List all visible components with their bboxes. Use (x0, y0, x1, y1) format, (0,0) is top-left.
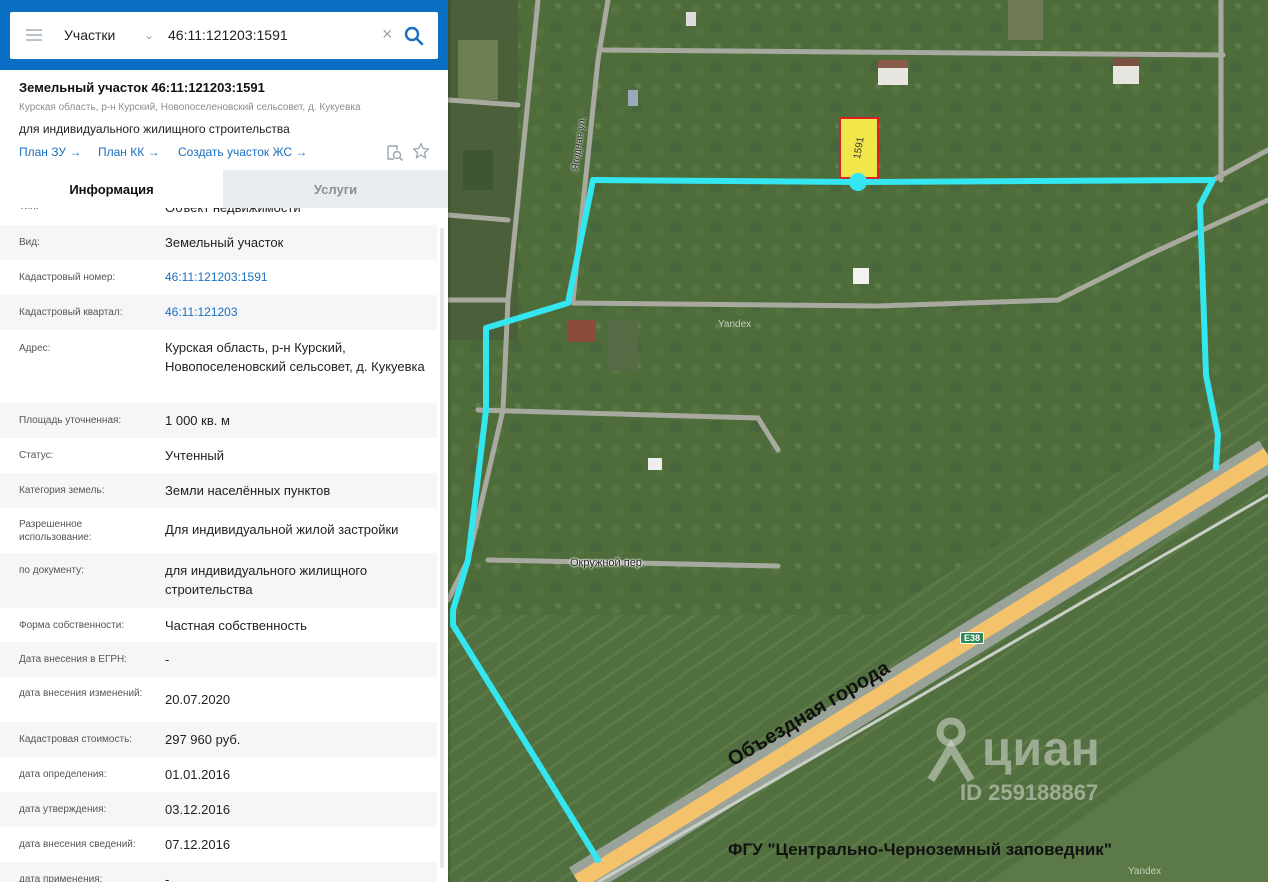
street-label-okruzhnoy: Окружной пер. (570, 557, 645, 569)
info-row: Кадастровая стоимость: 297 960 руб. (0, 722, 437, 757)
route-point-marker[interactable] (849, 173, 867, 191)
info-row: Дата внесения в ЕГРН: - (0, 642, 437, 677)
search-type-select[interactable]: Участки (64, 27, 115, 43)
info-row: дата определения: 01.01.2016 (19, 767, 231, 782)
info-row: дата внесения сведений: 07.12.2016 (19, 837, 231, 852)
info-row: дата утверждения: 03.12.2016 (0, 792, 437, 827)
plan-zu-link[interactable]: План ЗУ → (19, 145, 81, 159)
info-panel: Участки ⌄ × Земельный участок 46:11:1212… (0, 0, 448, 882)
info-row: дата внесения изменений: 20.07.2020 (19, 688, 231, 707)
chevron-down-icon[interactable]: ⌄ (144, 28, 154, 42)
parcel-location: Курская область, р-н Курский, Новопоселе… (19, 102, 361, 113)
info-row: Разрешенное использование: Для индивидуа… (19, 519, 399, 543)
search-box: Участки ⌄ × (10, 12, 438, 59)
garden-plot (463, 150, 493, 190)
garden-plot (458, 40, 498, 100)
cadastral-number-link[interactable]: 46:11:121203:1591 (165, 268, 435, 287)
highway-badge-e38: E38 (960, 632, 985, 644)
plan-kk-link[interactable]: План КК → (98, 145, 160, 159)
cian-pin-icon (927, 717, 975, 782)
info-row: Кадастровый квартал: 46:11:121203 (0, 295, 437, 330)
yandex-watermark: Yandex (718, 319, 752, 330)
info-row: Адрес: Курская область, р-н Курский, Нов… (19, 340, 425, 374)
cian-logo: циан ID 259188867 (926, 712, 1166, 812)
scrollbar[interactable] (440, 228, 444, 868)
create-parcel-link[interactable]: Создать участок ЖС → (178, 145, 307, 159)
parcel-header: Земельный участок 46:11:121203:1591 Курс… (0, 70, 448, 170)
search-input[interactable] (168, 24, 368, 46)
info-row: Категория земель: Земли населённых пункт… (0, 473, 437, 508)
yandex-watermark-bottom: Yandex (1128, 866, 1162, 877)
info-row: Форма собственности: Частная собственнос… (19, 618, 307, 633)
tab-information[interactable]: Информация (0, 170, 223, 208)
info-row: Статус: Учтенный (19, 448, 225, 463)
parcel-purpose: для индивидуального жилищного строительс… (19, 122, 290, 136)
cadastral-quarter-link[interactable]: 46:11:121203 (165, 303, 435, 322)
search-bar: Участки ⌄ × (0, 0, 448, 70)
info-row: Кадастровый номер: 46:11:121203:1591 (0, 260, 437, 295)
info-row: дата применения: - (0, 862, 437, 882)
info-row: по документу: для индивидуального жилищн… (0, 553, 437, 608)
tab-services[interactable]: Услуги (223, 170, 448, 208)
info-row: Вид: Земельный участок (0, 225, 437, 260)
menu-icon[interactable] (26, 29, 42, 41)
search-icon[interactable] (404, 26, 424, 46)
info-row: Площадь уточненная: 1 000 кв. м (0, 403, 437, 438)
tab-bar: Информация Услуги (0, 170, 448, 208)
satellite-map[interactable]: Ягодная ул. 1591 Yandex Окружной пер. E3… (448, 0, 1268, 882)
document-search-icon[interactable] (386, 144, 404, 162)
page-title: Земельный участок 46:11:121203:1591 (19, 80, 265, 95)
clear-icon[interactable]: × (382, 25, 393, 43)
reserve-label: ФГУ "Центрально-Черноземный заповедник" (728, 840, 1112, 859)
star-icon[interactable] (412, 142, 430, 160)
